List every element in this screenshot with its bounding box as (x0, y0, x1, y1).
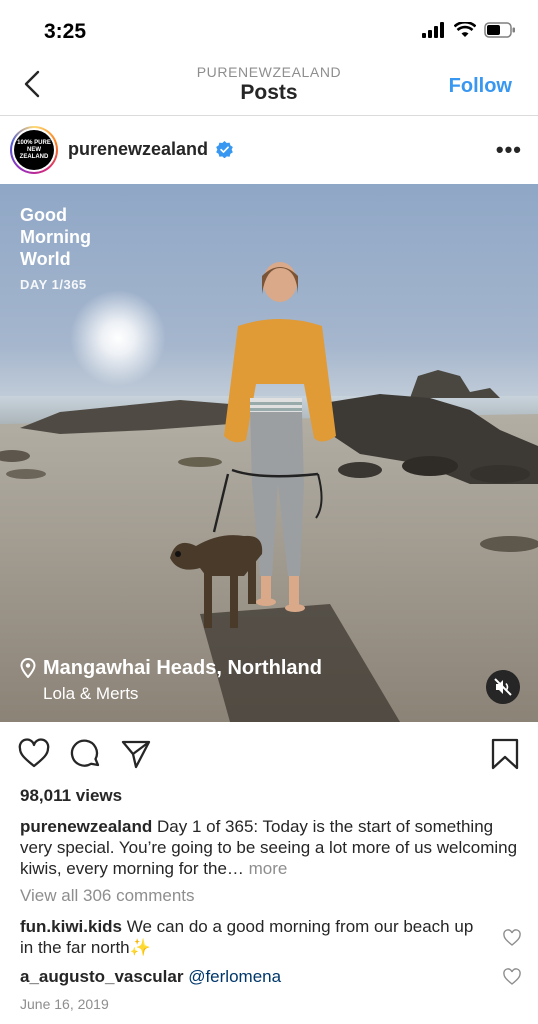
avatar-logo-line1: 100% PURE (17, 139, 51, 146)
share-icon[interactable] (120, 738, 152, 770)
caption-more-link[interactable]: more (249, 859, 288, 878)
location-pin-icon (20, 658, 36, 678)
view-all-comments-link[interactable]: View all 306 comments (20, 886, 195, 906)
follow-button[interactable]: Follow (449, 75, 512, 98)
post-username[interactable]: purenewzealand (68, 139, 208, 160)
post-video[interactable]: Good Morning World DAY 1/365 Mangawhai H… (0, 184, 538, 722)
overlay-day: DAY 1/365 (20, 277, 87, 292)
signal-icon (422, 22, 444, 38)
overlay-title: Good Morning World (20, 204, 91, 270)
mute-icon[interactable] (486, 670, 520, 704)
comment-item: a_augusto_vascular @ferlomena (20, 966, 490, 987)
caption-username[interactable]: purenewzealand (20, 817, 152, 836)
location-name: Mangawhai Heads, Northland (43, 657, 322, 679)
comment-like-heart-icon[interactable] (503, 929, 521, 947)
post-date: June 16, 2019 (20, 996, 109, 1012)
brand-logo: 100% PURE NEW ZEALAND (14, 130, 54, 170)
post-header: 100% PURE NEW ZEALAND purenewzealand ••• (0, 117, 538, 183)
avatar[interactable]: 100% PURE NEW ZEALAND (10, 126, 58, 174)
post-actions (0, 724, 538, 784)
comment-username[interactable]: a_augusto_vascular (20, 967, 183, 986)
avatar-logo-line2: NEW ZEALAND (19, 146, 49, 160)
battery-icon (484, 22, 515, 38)
comment-username[interactable]: fun.kiwi.kids (20, 917, 122, 936)
wifi-icon (454, 22, 476, 37)
more-options-icon[interactable]: ••• (496, 137, 522, 163)
comment-like-heart-icon[interactable] (503, 968, 521, 986)
location-people: Lola & Merts (43, 684, 139, 703)
overlay-title-line3: World (20, 249, 71, 269)
status-time: 3:25 (44, 20, 87, 43)
status-icons (422, 22, 516, 38)
comment-item: fun.kiwi.kids We can do a good morning f… (20, 916, 490, 958)
post-caption: purenewzealand Day 1 of 365: Today is th… (20, 816, 520, 879)
status-bar: 3:25 (0, 0, 538, 60)
verified-badge-icon (216, 141, 233, 158)
view-count: 98,011 views (20, 786, 123, 805)
nav-header: PURENEWZEALAND Posts Follow (0, 60, 538, 116)
comment-mention[interactable]: @ferlomena (188, 967, 281, 986)
overlay-title-line2: Morning (20, 227, 91, 247)
heart-icon[interactable] (18, 738, 50, 770)
bookmark-icon[interactable] (489, 738, 521, 770)
overlay-title-line1: Good (20, 205, 67, 225)
comment-icon[interactable] (70, 738, 102, 770)
